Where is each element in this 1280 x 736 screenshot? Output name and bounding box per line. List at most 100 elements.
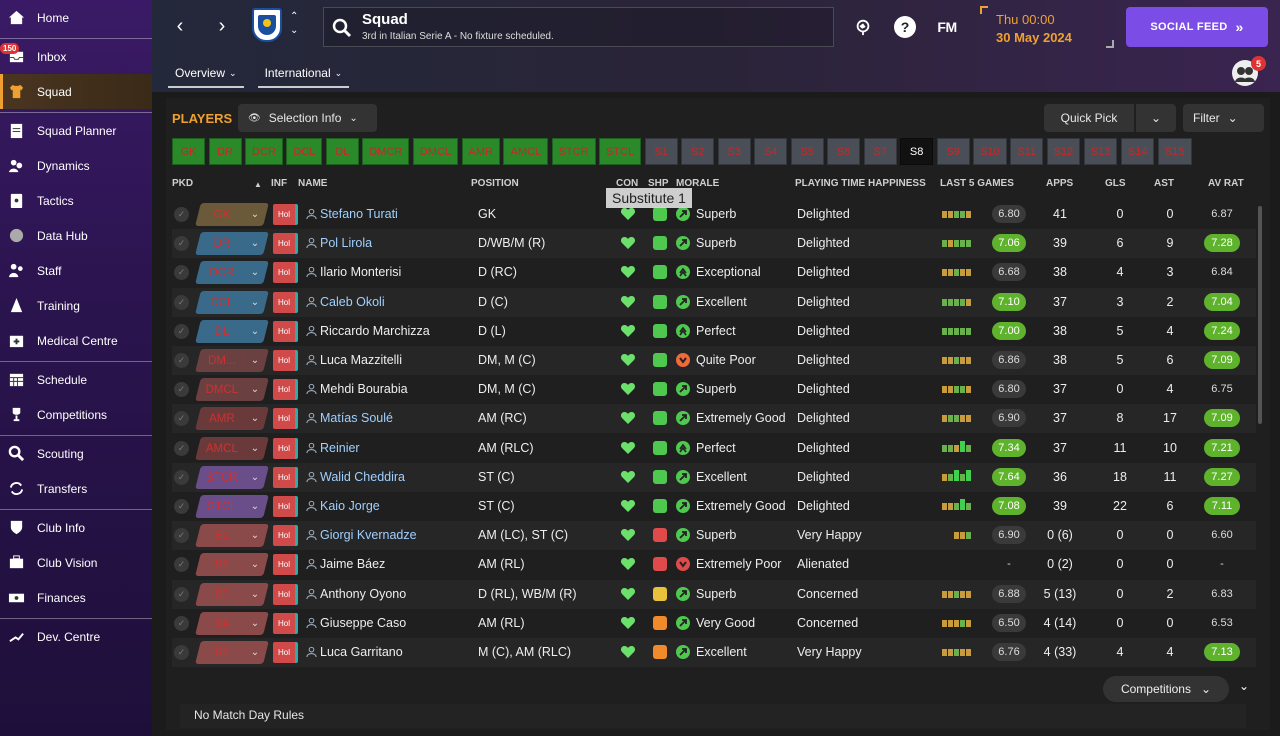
col-inf[interactable]: INF bbox=[271, 178, 287, 189]
slot-s11[interactable]: S11 bbox=[1010, 138, 1044, 165]
sidebar-item-dev-centre[interactable]: Dev. Centre bbox=[0, 619, 152, 654]
position-selector[interactable]: S4 ⌄ bbox=[195, 611, 269, 635]
sidebar-item-squad[interactable]: Squad bbox=[0, 74, 152, 109]
picked-check-icon[interactable]: ✓ bbox=[174, 645, 189, 660]
competitions-dropdown[interactable]: Competitions ⌄ bbox=[1103, 676, 1229, 702]
player-name[interactable]: Anthony Oyono bbox=[320, 587, 406, 601]
table-row[interactable]: ✓ S4 ⌄ Hol Giuseppe Caso AM (RL) Very Good Conc… bbox=[172, 609, 1256, 638]
table-row[interactable]: ✓ DCR ⌄ Hol Ilario Monterisi D (RC) Exceptiona… bbox=[172, 258, 1256, 287]
slot-dcl[interactable]: DCL bbox=[286, 138, 323, 165]
slot-s3[interactable]: S3 bbox=[717, 138, 751, 165]
table-scrollbar[interactable] bbox=[1258, 206, 1262, 424]
picked-check-icon[interactable]: ✓ bbox=[174, 323, 189, 339]
table-row[interactable]: ✓ S1 ⌄ Hol Giorgi Kvernadze AM (LC), ST (C) Su… bbox=[172, 521, 1256, 551]
sidebar-item-finances[interactable]: Finances bbox=[0, 580, 152, 615]
slot-amcl[interactable]: AMCL bbox=[503, 138, 549, 165]
picked-check-icon[interactable]: ✓ bbox=[174, 294, 189, 310]
club-switcher-icon[interactable]: ⌃ ⌄ bbox=[290, 10, 298, 38]
player-name[interactable]: Giuseppe Caso bbox=[320, 616, 406, 630]
slot-s12[interactable]: S12 bbox=[1046, 138, 1081, 165]
slot-dmcl[interactable]: DMCL bbox=[412, 138, 459, 165]
social-feed-button[interactable]: SOCIAL FEED » bbox=[1126, 7, 1268, 47]
slot-amr[interactable]: AMR bbox=[461, 138, 500, 165]
table-row[interactable]: ✓ DL ⌄ Hol Riccardo Marchizza D (L) Perfect Del… bbox=[172, 317, 1256, 346]
picked-check-icon[interactable]: ✓ bbox=[174, 353, 189, 368]
table-row[interactable]: ✓ DM... ⌄ Hol Luca Mazzitelli DM, M (C) Quite … bbox=[172, 346, 1256, 375]
slot-s15[interactable]: S15 bbox=[1157, 138, 1192, 165]
help-icon[interactable]: ? bbox=[894, 16, 916, 38]
slot-s10[interactable]: S10 bbox=[973, 138, 1007, 165]
position-selector[interactable]: GK ⌄ bbox=[195, 203, 269, 226]
fm-menu-button[interactable]: FM bbox=[936, 16, 958, 38]
col-pkd[interactable]: PKD bbox=[172, 178, 193, 189]
slot-s9[interactable]: S9 bbox=[936, 138, 970, 165]
table-row[interactable]: ✓ S5 ⌄ Hol Luca Garritano M (C), AM (RLC) Exce… bbox=[172, 638, 1256, 667]
position-selector[interactable]: DMCL ⌄ bbox=[195, 378, 269, 402]
slot-s2[interactable]: S2 bbox=[681, 138, 715, 165]
picked-check-icon[interactable]: ✓ bbox=[174, 469, 189, 485]
slot-stcl[interactable]: STCL bbox=[599, 138, 642, 165]
player-name[interactable]: Walid Cheddira bbox=[320, 470, 405, 484]
picked-check-icon[interactable]: ✓ bbox=[174, 586, 189, 602]
table-row[interactable]: ✓ AMR ⌄ Hol Matías Soulé AM (RC) Extremely Goo… bbox=[172, 404, 1256, 434]
picked-check-icon[interactable]: ✓ bbox=[174, 557, 189, 573]
back-arrow-icon[interactable]: ‹ bbox=[168, 14, 192, 38]
forward-arrow-icon[interactable]: › bbox=[210, 14, 234, 38]
sidebar-item-transfers[interactable]: Transfers bbox=[0, 471, 152, 506]
picked-check-icon[interactable]: ✓ bbox=[174, 236, 189, 252]
slot-s7[interactable]: S7 bbox=[863, 138, 897, 165]
filter-dropdown[interactable]: Filter ⌄ bbox=[1183, 104, 1264, 132]
sidebar-item-scouting[interactable]: Scouting bbox=[0, 436, 152, 471]
selection-info-dropdown[interactable]: 👁 Selection Info ⌄ bbox=[238, 104, 377, 132]
position-selector[interactable]: DCR ⌄ bbox=[195, 261, 269, 285]
position-selector[interactable]: AMCL ⌄ bbox=[195, 436, 269, 460]
slot-s8[interactable]: S8 bbox=[900, 138, 934, 165]
player-name[interactable]: Ilario Monterisi bbox=[320, 265, 401, 279]
sidebar-item-staff[interactable]: Staff bbox=[0, 253, 152, 288]
sidebar-item-club-info[interactable]: Club Info bbox=[0, 510, 152, 545]
search-box[interactable]: Squad 3rd in Italian Serie A - No fixtur… bbox=[323, 7, 834, 47]
player-name[interactable]: Luca Mazzitelli bbox=[320, 353, 402, 367]
tab-international[interactable]: International ⌄ bbox=[257, 62, 350, 88]
sidebar-item-competitions[interactable]: Competitions bbox=[0, 397, 152, 432]
sidebar-item-club-vision[interactable]: Club Vision bbox=[0, 545, 152, 580]
slot-dl[interactable]: DL bbox=[325, 138, 359, 165]
slot-s5[interactable]: S5 bbox=[790, 138, 824, 165]
player-name[interactable]: Riccardo Marchizza bbox=[320, 324, 430, 338]
sidebar-item-squad-planner[interactable]: Squad Planner bbox=[0, 113, 152, 148]
player-name[interactable]: Reinier bbox=[320, 441, 360, 455]
quick-pick-button[interactable]: Quick Pick bbox=[1044, 104, 1134, 132]
sidebar-item-medical-centre[interactable]: Medical Centre bbox=[0, 323, 152, 358]
table-row[interactable]: ✓ DR ⌄ Hol Pol Lirola D/WB/M (R) Superb Delight… bbox=[172, 229, 1256, 259]
table-row[interactable]: ✓ STCR ⌄ Hol Walid Cheddira ST (C) Excellent De… bbox=[172, 462, 1256, 492]
slot-s13[interactable]: S13 bbox=[1083, 138, 1118, 165]
slot-s14[interactable]: S14 bbox=[1120, 138, 1155, 165]
tab-overview[interactable]: Overview ⌄ bbox=[168, 62, 244, 88]
expand-chevron-icon[interactable]: ⌄ bbox=[1239, 679, 1249, 693]
player-name[interactable]: Matías Soulé bbox=[320, 411, 393, 425]
col-ast[interactable]: AST bbox=[1154, 178, 1174, 189]
sidebar-item-schedule[interactable]: Schedule bbox=[0, 362, 152, 397]
player-name[interactable]: Mehdi Bourabia bbox=[320, 382, 408, 396]
sort-asc-icon[interactable]: ▲ bbox=[254, 180, 262, 189]
table-row[interactable]: ✓ DMCL ⌄ Hol Mehdi Bourabia DM, M (C) Superb De… bbox=[172, 375, 1256, 404]
position-selector[interactable]: STCL ⌄ bbox=[195, 495, 269, 518]
picked-check-icon[interactable]: ✓ bbox=[174, 440, 189, 456]
col-avrat[interactable]: AV RAT bbox=[1208, 178, 1244, 189]
picked-check-icon[interactable]: ✓ bbox=[174, 499, 189, 514]
slot-s6[interactable]: S6 bbox=[827, 138, 861, 165]
picked-check-icon[interactable]: ✓ bbox=[174, 382, 189, 398]
table-row[interactable]: ✓ AMCL ⌄ Hol Reinier AM (RLC) Perfect Delighted… bbox=[172, 434, 1256, 463]
slot-s1[interactable]: S1 bbox=[644, 138, 678, 165]
player-name[interactable]: Jaime Báez bbox=[320, 557, 385, 571]
picked-check-icon[interactable]: ✓ bbox=[174, 615, 189, 631]
picked-check-icon[interactable]: ✓ bbox=[174, 265, 189, 281]
player-name[interactable]: Kaio Jorge bbox=[320, 499, 380, 513]
position-selector[interactable]: AMR ⌄ bbox=[195, 407, 269, 431]
player-name[interactable]: Luca Garritano bbox=[320, 645, 403, 659]
position-selector[interactable]: DR ⌄ bbox=[195, 232, 269, 256]
table-row[interactable]: ✓ S3 ⌄ Hol Anthony Oyono D (RL), WB/M (R) Supe… bbox=[172, 579, 1256, 609]
slot-gk[interactable]: GK bbox=[172, 138, 205, 165]
picked-check-icon[interactable]: ✓ bbox=[174, 528, 189, 544]
globe-icon[interactable] bbox=[852, 16, 874, 38]
